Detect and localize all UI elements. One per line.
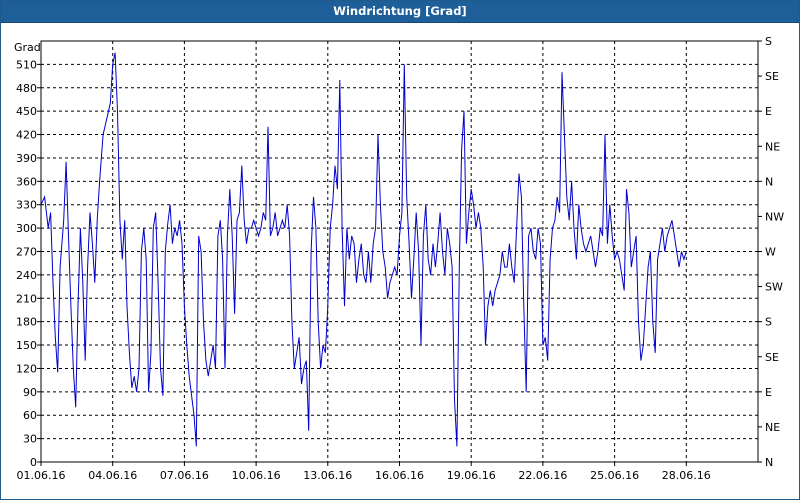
compass-label: W: [765, 246, 776, 259]
y-tick-label: 270: [16, 246, 37, 259]
chart-window: Windrichtung [Grad] Grad 0 30 60 90 120 150 18…: [0, 0, 800, 500]
compass-label: E: [765, 105, 772, 118]
y-tick-label: 90: [23, 386, 37, 399]
y-tick-label: 120: [16, 362, 37, 375]
wind-direction-line: [40, 52, 687, 447]
x-tick-label: 10.06.16: [232, 469, 281, 482]
compass-label: S: [765, 316, 772, 329]
compass-label: E: [765, 386, 772, 399]
y-tick-label: 240: [16, 269, 37, 282]
y-tick-label: 480: [16, 82, 37, 95]
y-tick-label: 510: [16, 58, 37, 71]
x-tick-label: 13.06.16: [303, 469, 352, 482]
y-tick-label: 450: [16, 105, 37, 118]
x-tick-label: 04.06.16: [88, 469, 137, 482]
y-tick-label: 210: [16, 292, 37, 305]
y-axis-unit-label: Grad: [14, 41, 41, 54]
x-tick-label: 25.06.16: [590, 469, 639, 482]
chart-title: Windrichtung [Grad]: [1, 1, 799, 23]
y-axis: 0 30 60 90 120 150 180 210 240 270 300 330 360 390 420…: [16, 58, 41, 469]
compass-label: NW: [765, 210, 784, 223]
series: [40, 52, 687, 447]
wind-direction-chart: Grad 0 30 60 90 120 150 180 210 240 270 300 330 360 3…: [14, 35, 784, 482]
compass-label: NE: [765, 421, 780, 434]
y-tick-label: 180: [16, 316, 37, 329]
compass-label: SE: [765, 70, 779, 83]
y-tick-label: 300: [16, 222, 37, 235]
y-tick-label: 150: [16, 339, 37, 352]
x-tick-label: 19.06.16: [447, 469, 496, 482]
x-tick-label: 16.06.16: [375, 469, 424, 482]
compass-label: N: [765, 456, 773, 469]
compass-label: N: [765, 175, 773, 188]
x-tick-label: 01.06.16: [17, 469, 66, 482]
y-tick-label: 360: [16, 175, 37, 188]
x-tick-label: 07.06.16: [160, 469, 209, 482]
compass-label: S: [765, 35, 772, 48]
right-axis-compass: N NE E SE S SW W NW N NE E SE S: [758, 35, 784, 469]
y-tick-label: 0: [30, 456, 37, 469]
y-tick-label: 390: [16, 152, 37, 165]
y-tick-label: 330: [16, 199, 37, 212]
y-tick-label: 420: [16, 129, 37, 142]
x-tick-label: 28.06.16: [662, 469, 711, 482]
y-tick-label: 30: [23, 433, 37, 446]
compass-label: NE: [765, 140, 780, 153]
x-tick-label: 22.06.16: [518, 469, 567, 482]
compass-label: SE: [765, 351, 779, 364]
compass-label: SW: [765, 281, 783, 294]
x-axis: 01.06.16 04.06.16 07.06.16 10.06.16 13.06.16…: [17, 462, 711, 482]
y-tick-label: 60: [23, 409, 37, 422]
